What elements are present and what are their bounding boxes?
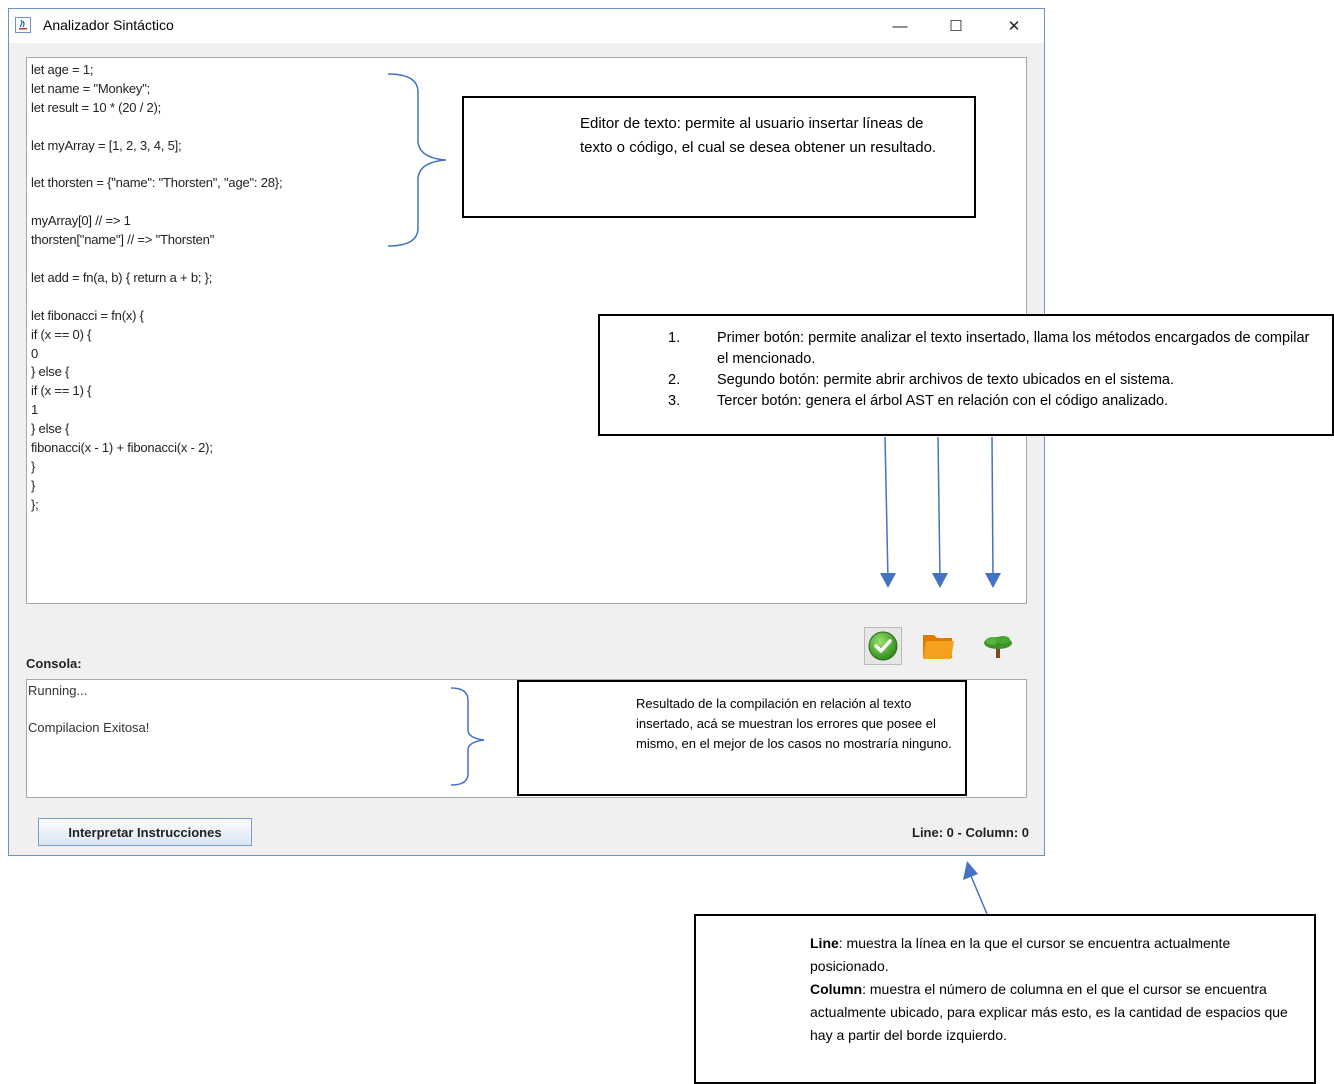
list-number: 3.	[668, 393, 681, 409]
code-line: }	[31, 458, 36, 474]
code-line: let myArray = [1, 2, 3, 4, 5];	[31, 137, 182, 153]
list-item-text: Segundo botón: permite abrir archivos de…	[717, 372, 1175, 388]
tree-icon	[984, 636, 1012, 658]
arrowhead-status	[963, 861, 978, 880]
code-line: 1	[31, 402, 39, 418]
line-term: Line	[810, 935, 839, 951]
cursor-position-status: Line: 0 - Column: 0	[912, 825, 1029, 840]
minimize-button[interactable]: —	[877, 9, 923, 43]
close-button[interactable]: ✕	[991, 9, 1037, 43]
status-annotation-text: Line: muestra la línea en la que el curs…	[810, 932, 1300, 1047]
code-line: };	[31, 496, 39, 512]
code-line: let age = 1;	[31, 62, 94, 77]
open-file-button[interactable]	[919, 627, 957, 665]
code-line: let add = fn(a, b) { return a + b; };	[31, 269, 213, 285]
code-line: fibonacci(x - 1) + fibonacci(x - 2);	[31, 440, 213, 455]
arrow-status	[970, 875, 988, 915]
maximize-button[interactable]: ☐	[933, 9, 979, 43]
buttons-annotation: 1. Primer botón: permite analizar el text…	[598, 314, 1334, 436]
list-item-text: Tercer botón: genera el árbol AST en rel…	[717, 393, 1169, 409]
console-annotation: Resultado de la compilación en relación …	[517, 680, 967, 796]
status-annotation: Line: muestra la línea en la que el curs…	[694, 914, 1316, 1084]
code-line: } else {	[31, 364, 70, 380]
code-line: let fibonacci = fn(x) {	[31, 307, 144, 323]
interpret-button[interactable]: Interpretar Instrucciones	[38, 818, 252, 846]
column-term: Column	[810, 981, 863, 997]
code-line: if (x == 0) {	[31, 326, 92, 342]
editor-annotation: Editor de texto: permite al usuario inse…	[462, 96, 976, 218]
java-app-icon	[15, 17, 31, 33]
editor-annotation-text: Editor de texto: permite al usuario inse…	[580, 115, 937, 156]
console-annotation-text: Resultado de la compilación en relación …	[636, 696, 952, 751]
compile-button[interactable]	[864, 627, 902, 665]
console-line: Running...	[28, 683, 88, 698]
code-line: let name = "Monkey";	[31, 80, 151, 96]
code-line: myArray[0] // => 1	[31, 213, 131, 229]
code-line: 0	[31, 345, 39, 361]
code-line: thorsten["name"] // => "Thorsten"	[31, 232, 215, 248]
console-label: Consola:	[26, 656, 82, 671]
list-number: 1.	[668, 330, 681, 346]
code-line: } else {	[31, 421, 70, 437]
list-item-text: Primer botón: permite analizar el texto …	[717, 330, 1310, 367]
title-bar: Analizador Sintáctico — ☐ ✕	[9, 9, 1044, 43]
column-description: : muestra el número de columna en el que…	[810, 981, 1288, 1043]
code-line: if (x == 1) {	[31, 383, 92, 399]
code-line: }	[31, 477, 36, 493]
ast-tree-button[interactable]	[979, 627, 1017, 665]
check-circle-icon	[868, 631, 898, 661]
line-description: : muestra la línea en la que el cursor s…	[810, 935, 1231, 974]
code-line: let thorsten = {"name": "Thorsten", "age…	[31, 175, 283, 191]
code-line: let result = 10 * (20 / 2);	[31, 99, 162, 115]
folder-icon	[923, 635, 954, 659]
window-title: Analizador Sintáctico	[43, 17, 174, 33]
console-line: Compilacion Exitosa!	[28, 720, 150, 735]
list-number: 2.	[668, 372, 681, 388]
